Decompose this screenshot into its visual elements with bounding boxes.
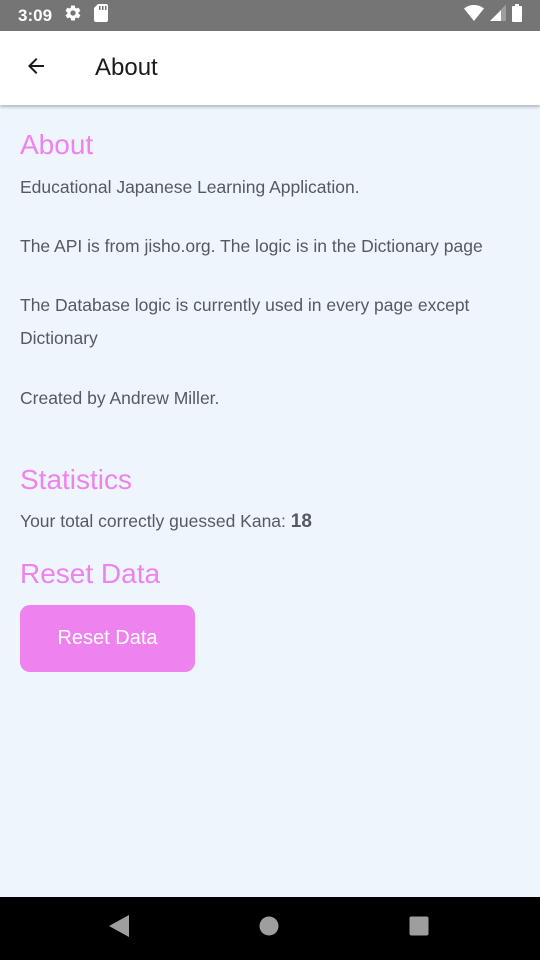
about-heading: About	[20, 129, 94, 160]
back-triangle-icon	[109, 915, 129, 942]
sd-card-icon	[94, 4, 109, 27]
battery-icon	[512, 4, 522, 27]
nav-back-button[interactable]	[89, 897, 149, 960]
recents-square-icon	[409, 916, 429, 941]
statistics-heading: Statistics	[20, 464, 133, 495]
nav-home-button[interactable]	[239, 897, 299, 960]
app-bar: About	[0, 31, 540, 105]
wifi-icon	[464, 5, 484, 26]
statistics-line: Your total correctly guessed Kana: 18	[20, 505, 312, 538]
home-circle-icon	[259, 916, 279, 941]
back-button[interactable]	[0, 31, 72, 105]
page-title: About	[95, 54, 158, 81]
cell-signal-icon	[490, 5, 506, 26]
reset-heading: Reset Data	[20, 558, 161, 589]
about-paragraph: The API is from jisho.org. The logic is …	[20, 236, 483, 256]
gear-icon	[64, 4, 82, 27]
arrow-left-icon	[24, 54, 48, 83]
reset-data-button[interactable]: Reset Data	[20, 605, 195, 672]
status-bar: 3:09	[0, 0, 540, 31]
statistics-label: Your total correctly guessed Kana:	[20, 511, 291, 531]
statistics-value: 18	[290, 511, 312, 532]
system-nav-bar	[0, 897, 540, 960]
about-paragraph: Created by Andrew Miller.	[20, 388, 220, 408]
about-paragraph: The Database logic is currently used in …	[20, 295, 470, 348]
status-time: 3:09	[18, 5, 53, 25]
about-paragraph: Educational Japanese Learning Applicatio…	[20, 177, 360, 197]
nav-recents-button[interactable]	[389, 897, 449, 960]
